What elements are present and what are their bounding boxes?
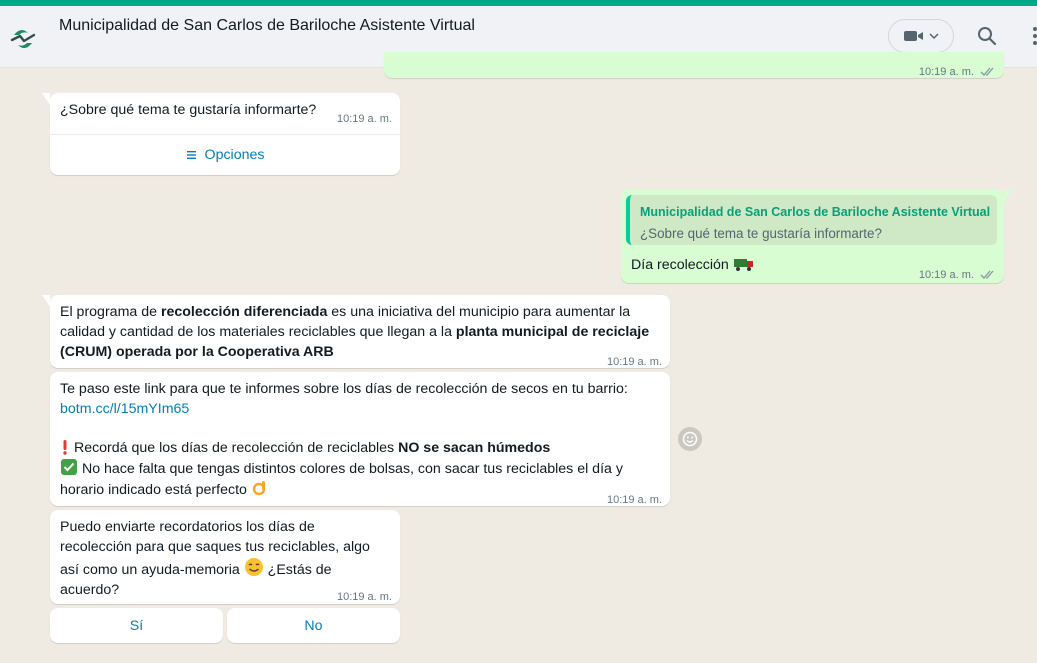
video-call-button[interactable] xyxy=(888,19,954,53)
video-camera-icon xyxy=(904,31,923,41)
react-button[interactable] xyxy=(678,427,702,451)
yes-button[interactable]: Sí xyxy=(50,608,223,643)
message-time: 10:19 a. m. xyxy=(336,113,392,125)
warning-text: Recordá que los días de recolección de r… xyxy=(70,440,399,456)
exclamation-icon xyxy=(63,440,67,455)
chat-title[interactable]: Municipalidad de San Carlos de Bariloche… xyxy=(59,17,475,35)
double-check-icon xyxy=(980,67,994,77)
outgoing-reply-message: Municipalidad de San Carlos de Bariloche… xyxy=(621,190,1012,283)
message-text: Puedo enviarte recordatorios los días de… xyxy=(60,517,380,600)
text-part: El programa de xyxy=(60,304,161,320)
message-text: Te paso este link para que te informes s… xyxy=(60,381,628,397)
check-mark-icon xyxy=(61,459,77,475)
message-text: ¿Sobre qué tema te gustaría informarte? xyxy=(60,102,317,118)
chevron-down-icon xyxy=(929,33,939,40)
recoleccion-link[interactable]: botm.cc/l/15mYIm65 xyxy=(60,399,189,419)
quoted-text: ¿Sobre qué tema te gustaría informarte? xyxy=(640,226,882,241)
no-button[interactable]: No xyxy=(227,608,400,643)
message-time: 10:19 a. m. xyxy=(336,591,392,603)
message-text: El programa de recolección diferenciada … xyxy=(60,302,660,362)
message-text: Día recolección xyxy=(631,257,729,273)
incoming-message-reminder: Puedo enviarte recordatorios los días de… xyxy=(50,510,400,604)
bold-text: recolección diferenciada xyxy=(160,304,328,320)
message-time: 10:19 a. m. xyxy=(606,356,662,368)
smiling-face-icon xyxy=(244,558,263,576)
garbage-truck-icon xyxy=(733,259,753,271)
options-label: Opciones xyxy=(204,147,265,163)
incoming-message-question: ¿Sobre qué tema te gustaría informarte? … xyxy=(42,93,400,175)
quoted-message[interactable]: Municipalidad de San Carlos de Bariloche… xyxy=(626,195,997,245)
emoji-smile-icon xyxy=(682,431,698,447)
no-label: No xyxy=(304,617,323,634)
quoted-author: Municipalidad de San Carlos de Bariloche… xyxy=(640,205,991,219)
bariloche-logo-icon[interactable] xyxy=(6,22,40,56)
incoming-message-link: Te paso este link para que te informes s… xyxy=(50,372,670,506)
check-text: No hace falta que tengas distintos color… xyxy=(60,461,623,498)
search-icon xyxy=(978,27,997,46)
warning-bold: NO se sacan húmedos xyxy=(398,440,551,456)
message-time: 10:19 a. m. xyxy=(918,66,974,78)
options-button[interactable]: Opciones xyxy=(50,135,400,175)
list-icon xyxy=(186,151,196,159)
yes-label: Sí xyxy=(129,617,144,634)
message-time: 10:19 a. m. xyxy=(606,494,662,506)
incoming-message-program: El programa de recolección diferenciada … xyxy=(42,295,670,368)
double-check-icon xyxy=(980,270,994,280)
search-button[interactable] xyxy=(973,22,1001,50)
menu-button[interactable] xyxy=(1028,24,1037,48)
kebab-menu-icon xyxy=(1033,27,1037,45)
previous-outgoing-message: 10:19 a. m. xyxy=(384,52,1004,78)
message-time: 10:19 a. m. xyxy=(918,269,974,281)
ok-hand-icon xyxy=(252,481,266,496)
